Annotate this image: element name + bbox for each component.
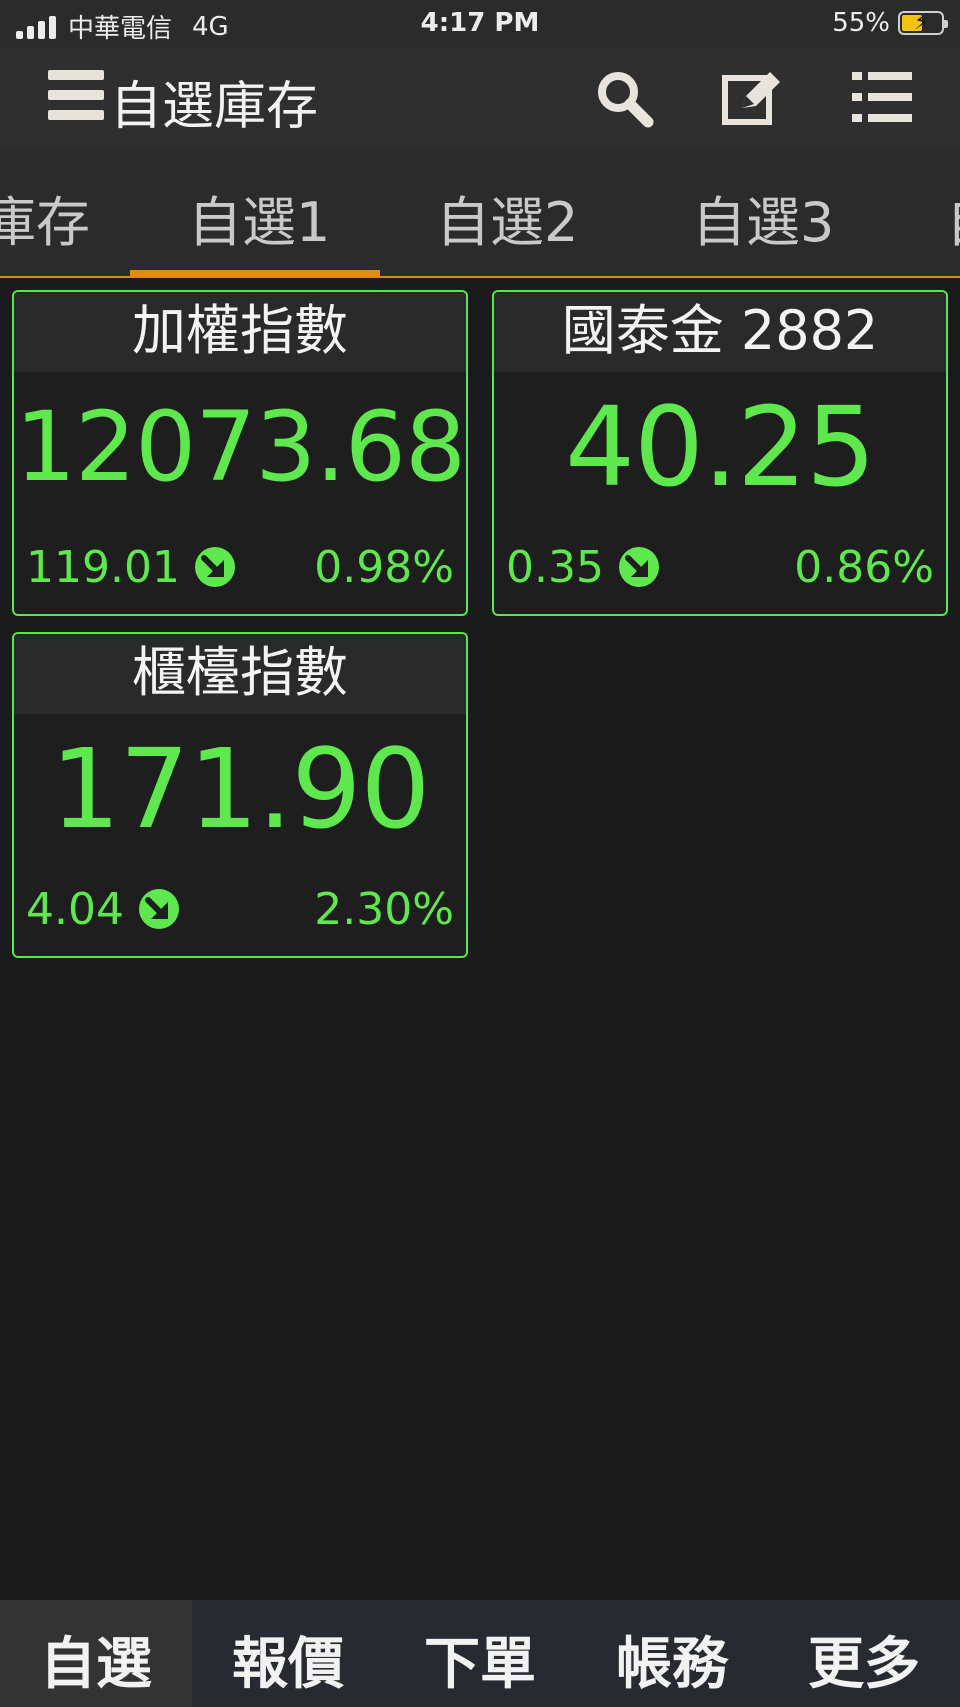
quote-footer: 4.04 2.30% xyxy=(26,882,454,936)
quote-name: 加權指數 xyxy=(14,292,466,372)
quote-footer: 119.01 0.98% xyxy=(26,540,454,594)
quote-footer: 0.35 0.86% xyxy=(506,540,934,594)
status-right: 55% ⚡ xyxy=(832,8,948,38)
hamburger-icon[interactable] xyxy=(48,70,104,120)
quote-card-2882[interactable]: 國泰金 2882 40.25 0.35 0.86% xyxy=(492,290,948,616)
quote-change: 4.04 xyxy=(26,883,124,935)
quote-change-group: 0.35 xyxy=(506,542,660,593)
tab-watchlist-4[interactable]: 自 xyxy=(946,178,960,257)
quote-percent: 0.98% xyxy=(314,541,454,593)
tab-watchlist-1[interactable]: 自選1 xyxy=(188,178,330,257)
nav-order[interactable]: 下單 xyxy=(384,1600,576,1707)
tab-bar: 庫存 自選1 自選2 自選3 自 xyxy=(0,148,960,278)
page-title: 自選庫存 xyxy=(110,77,319,137)
bottom-nav: 自選 報價 下單 帳務 更多 xyxy=(0,1600,960,1707)
quote-price: 12073.68 xyxy=(14,391,466,503)
app-bar: 自選庫存 xyxy=(0,48,960,148)
tab-watchlist-2[interactable]: 自選2 xyxy=(436,178,578,257)
nav-quotes[interactable]: 報價 xyxy=(192,1600,384,1707)
battery-icon: ⚡ xyxy=(898,10,948,35)
list-icon[interactable] xyxy=(850,68,914,128)
down-arrow-icon xyxy=(194,547,235,587)
quote-change-group: 119.01 xyxy=(26,542,236,593)
status-bar: 中華電信 4G 4:17 PM 55% ⚡ xyxy=(0,0,960,48)
nav-watchlist[interactable]: 自選 xyxy=(0,1600,192,1707)
nav-account[interactable]: 帳務 xyxy=(576,1600,768,1707)
quote-change: 0.35 xyxy=(506,541,604,593)
down-arrow-icon xyxy=(618,547,659,587)
quote-price: 40.25 xyxy=(565,383,876,511)
quote-name: 國泰金 2882 xyxy=(494,292,946,372)
status-time: 4:17 PM xyxy=(420,8,540,38)
quote-percent: 0.86% xyxy=(794,541,934,593)
quote-change: 119.01 xyxy=(26,541,180,593)
down-arrow-icon xyxy=(138,889,179,929)
screen: 中華電信 4G 4:17 PM 55% ⚡ 自選庫存 存 自選1 自選2 自選3… xyxy=(0,0,960,1707)
battery-percent: 55% xyxy=(832,8,890,38)
active-tab-indicator xyxy=(130,270,380,276)
tab-watchlist-3[interactable]: 自選3 xyxy=(692,178,834,257)
tab-inventory[interactable]: 庫存 xyxy=(0,178,90,257)
quote-card-otc-index[interactable]: 櫃檯指數 171.90 4.04 2.30% xyxy=(12,632,468,958)
quote-name: 櫃檯指數 xyxy=(14,634,466,714)
nav-more[interactable]: 更多 xyxy=(768,1600,960,1707)
quote-card-taiex[interactable]: 加權指數 12073.68 119.01 0.98% xyxy=(12,290,468,616)
edit-icon[interactable] xyxy=(720,68,784,128)
quote-percent: 2.30% xyxy=(314,883,454,935)
quote-price: 171.90 xyxy=(50,725,431,853)
search-icon[interactable] xyxy=(592,68,656,128)
quote-change-group: 4.04 xyxy=(26,884,180,935)
